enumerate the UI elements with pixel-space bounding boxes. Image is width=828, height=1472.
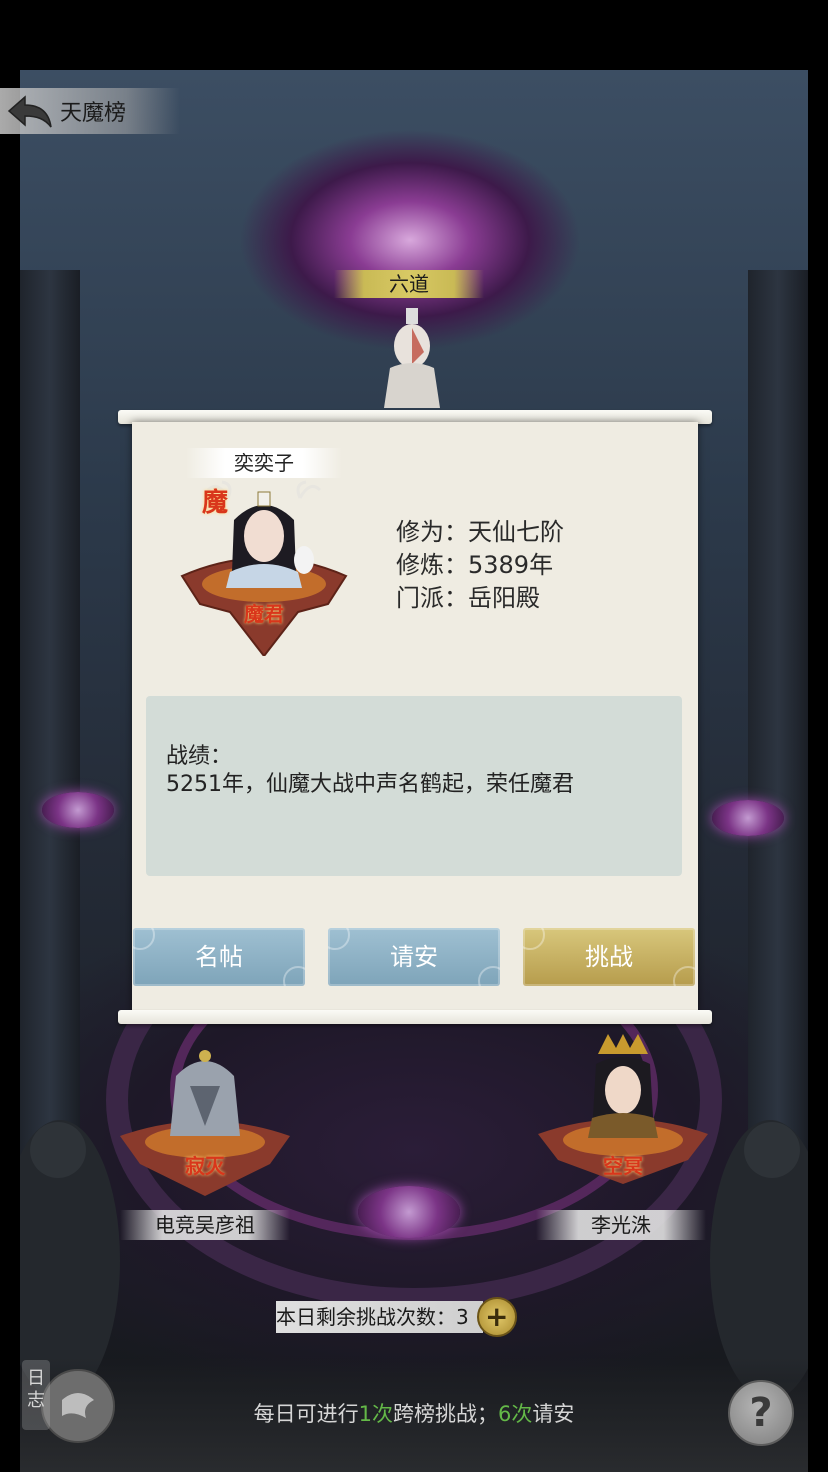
player-portrait: 魔 魔君 (178, 480, 350, 658)
log-label: 日志 (27, 1368, 45, 1411)
greet-button[interactable]: 请安 (328, 928, 500, 986)
portal-right (712, 800, 784, 836)
question-icon: ? (749, 1390, 773, 1436)
rank-avatar-left[interactable]: 寂灭 (120, 1046, 290, 1196)
top-rank-avatar[interactable] (384, 308, 440, 408)
back-arrow-icon (0, 88, 60, 134)
add-attempts-button[interactable]: + (476, 1297, 517, 1337)
back-button[interactable]: 天魔榜 (0, 88, 180, 134)
challenge-button[interactable]: 挑战 (523, 928, 695, 986)
log-button[interactable]: 日志 (22, 1360, 118, 1444)
daily-info-text: 跨榜挑战； (393, 1402, 498, 1426)
scroll-bottom-rod (118, 1010, 712, 1024)
rank-name-right: 李光洙 (536, 1210, 706, 1240)
rank-avatar-right[interactable]: 空冥 (538, 1034, 708, 1184)
badge-mo: 魔 (202, 488, 229, 518)
rank-title-right: 空冥 (603, 1154, 643, 1178)
cloud-swirl-icon (673, 966, 695, 986)
remaining-attempts-label: 本日剩余挑战次数：3 (276, 1301, 483, 1333)
top-rank-label: 六道 (334, 270, 484, 298)
card-button-label: 名帖 (195, 943, 243, 971)
cloud-swirl-icon (478, 966, 500, 986)
stat-sect: 门派：岳阳殿 (396, 584, 540, 612)
cloud-swirl-icon (133, 928, 155, 950)
rank-name-left: 电竞吴彦祖 (120, 1210, 290, 1240)
plus-icon: + (485, 1300, 509, 1333)
remaining-attempts: 本日剩余挑战次数：3 + (276, 1297, 517, 1337)
daily-cross-count: 1次 (358, 1402, 393, 1426)
daily-greet-count: 6次 (498, 1402, 533, 1426)
badge-title: 魔君 (244, 602, 284, 626)
card-button[interactable]: 名帖 (133, 928, 305, 986)
portal-left (42, 792, 114, 828)
challenge-button-label: 挑战 (585, 943, 633, 971)
daily-info: 每日可进行1次跨榜挑战；6次请安 (0, 1398, 828, 1428)
cloud-swirl-icon (523, 928, 545, 950)
rank-title-left: 寂灭 (185, 1154, 225, 1178)
cloud-swirl-icon (283, 966, 305, 986)
daily-info-text: 请安 (532, 1402, 575, 1426)
cloud-swirl-icon (328, 928, 350, 950)
player-name: 奕奕子 (186, 448, 342, 478)
page-title: 天魔榜 (60, 101, 127, 126)
record-panel: 战绩： 5251年，仙魔大战中声名鹤起，荣任魔君 (146, 696, 682, 876)
stat-practice: 修炼：5389年 (396, 551, 554, 579)
help-button[interactable]: ? (728, 1380, 794, 1446)
greet-button-label: 请安 (390, 943, 438, 971)
stat-cultivation: 修为：天仙七阶 (396, 518, 564, 546)
daily-info-text: 每日可进行 (253, 1402, 359, 1426)
record-text: 5251年，仙魔大战中声名鹤起，荣任魔君 (166, 772, 574, 797)
